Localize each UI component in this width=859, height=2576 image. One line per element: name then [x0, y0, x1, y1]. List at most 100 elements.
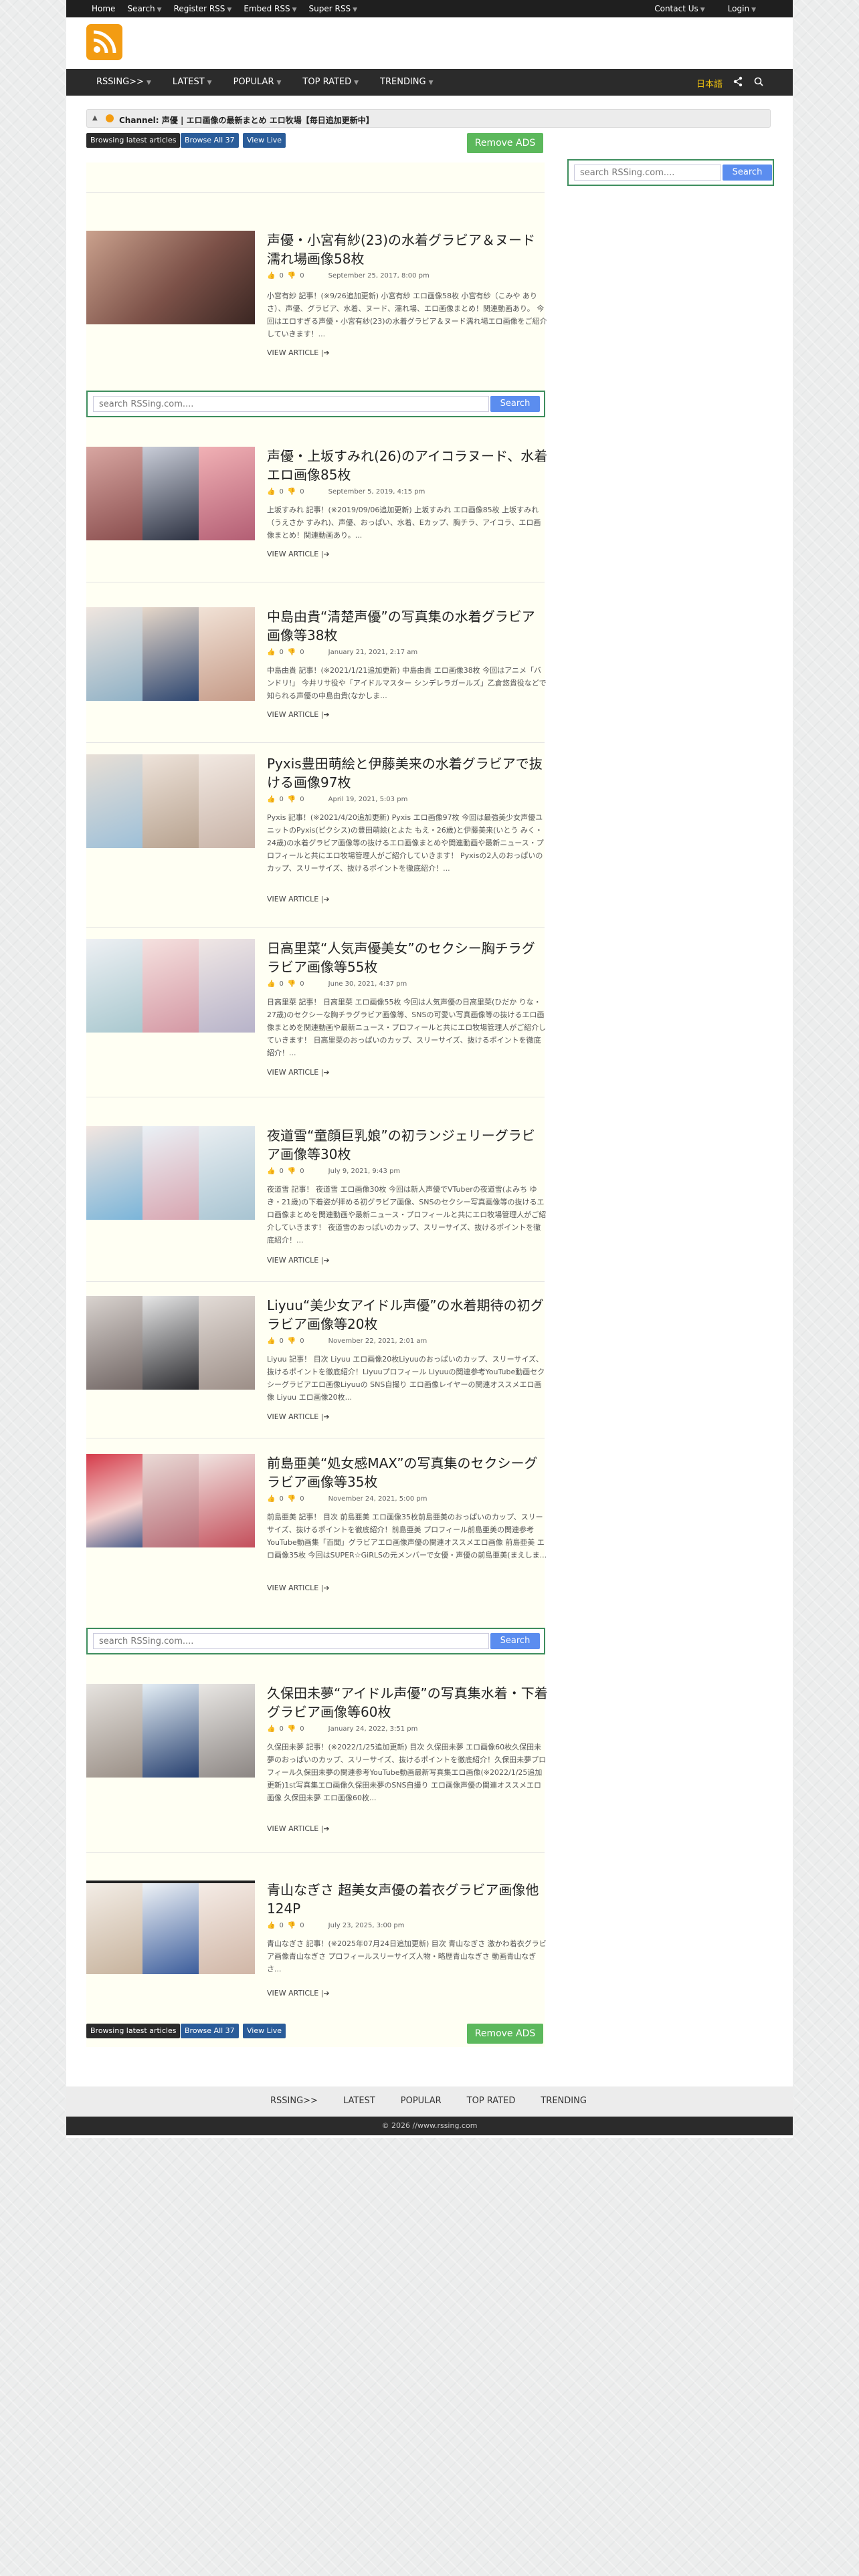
- article-title[interactable]: 中島由貴“清楚声優”の写真集の水着グラビア画像等38枚: [267, 607, 548, 645]
- topbar-home-link[interactable]: Home: [92, 4, 115, 13]
- article-thumbnail[interactable]: [86, 1296, 255, 1390]
- language-link[interactable]: 日本語: [696, 77, 723, 90]
- thumbs-up-icon[interactable]: 👍: [267, 1495, 275, 1503]
- nav-top-rated[interactable]: TOP RATED ▼: [302, 77, 359, 87]
- topbar-register-rss-link[interactable]: Register RSS ▼: [174, 4, 232, 13]
- topbar-register-label: Register RSS: [173, 4, 225, 13]
- article-title[interactable]: 声優・小宮有紗(23)の水着グラビア＆ヌード濡れ場画像58枚: [267, 231, 548, 268]
- article-title[interactable]: 前島亜美“処女感MAX”の写真集のセクシーグラビア画像等35枚: [267, 1454, 548, 1491]
- thumbs-up-icon[interactable]: 👍: [267, 272, 275, 280]
- article-thumbnail[interactable]: [86, 939, 255, 1033]
- inline-search-input[interactable]: search RSSing.com....: [93, 1633, 489, 1649]
- article-thumbnail[interactable]: [86, 607, 255, 701]
- rss-logo-icon[interactable]: [86, 24, 122, 60]
- inline-search-input[interactable]: search RSSing.com....: [93, 396, 489, 412]
- view-article-link[interactable]: VIEW ARTICLE |➔: [267, 710, 330, 719]
- thumbs-up-icon[interactable]: 👍: [267, 796, 275, 803]
- remove-ads-button[interactable]: Remove ADS: [467, 133, 543, 153]
- thumbs-down-icon[interactable]: 👎: [288, 488, 296, 496]
- article-thumbnail[interactable]: [86, 1881, 255, 1974]
- topbar-search-link[interactable]: Search ▼: [127, 4, 161, 13]
- thumbs-down-icon[interactable]: 👎: [288, 1922, 296, 1929]
- view-article-link[interactable]: VIEW ARTICLE |➔: [267, 1412, 330, 1421]
- article-date: September 25, 2017, 8:00 pm: [328, 272, 430, 280]
- thumbs-down-icon[interactable]: 👎: [288, 796, 296, 803]
- footer-nav-top-rated[interactable]: TOP RATED: [467, 2096, 516, 2106]
- share-icon[interactable]: [733, 76, 743, 87]
- browse-latest-button[interactable]: Browsing latest articles: [86, 2024, 181, 2038]
- nav-rssing[interactable]: RSSING>> ▼: [96, 77, 151, 87]
- view-article-link[interactable]: VIEW ARTICLE |➔: [267, 550, 330, 558]
- footer-nav-popular[interactable]: POPULAR: [401, 2096, 442, 2106]
- article-excerpt: 青山なぎさ 記事！(※2025年07月24日追加更新) 目次 青山なぎさ 激かわ…: [267, 1939, 547, 1973]
- article-thumbnail[interactable]: [86, 1684, 255, 1778]
- browse-latest-button[interactable]: Browsing latest articles: [86, 133, 181, 148]
- article-title[interactable]: Pyxis豊田萌絵と伊藤美来の水着グラビアで抜ける画像97枚: [267, 754, 548, 792]
- thumbs-up-icon[interactable]: 👍: [267, 1922, 275, 1929]
- browse-all-button[interactable]: Browse All 37: [181, 133, 239, 148]
- article-meta: 👍 0 👎 0 September 5, 2019, 4:15 pm: [267, 488, 425, 496]
- thumbs-down-icon[interactable]: 👎: [288, 1725, 296, 1733]
- view-article-link[interactable]: VIEW ARTICLE |➔: [267, 1824, 330, 1833]
- article-thumbnail[interactable]: [86, 1454, 255, 1547]
- dislike-count: 0: [300, 488, 304, 496]
- thumbs-down-icon[interactable]: 👎: [288, 1337, 296, 1345]
- view-live-button[interactable]: View Live: [243, 133, 286, 148]
- article-thumbnail[interactable]: [86, 1126, 255, 1220]
- view-article-link[interactable]: VIEW ARTICLE |➔: [267, 1989, 330, 1998]
- view-article-link[interactable]: VIEW ARTICLE |➔: [267, 1068, 330, 1077]
- view-live-button[interactable]: View Live: [243, 2024, 286, 2038]
- nav-latest[interactable]: LATEST ▼: [173, 77, 212, 87]
- article-meta: 👍 0 👎 0 July 23, 2025, 3:00 pm: [267, 1922, 404, 1929]
- view-article-label: VIEW ARTICLE: [267, 710, 319, 719]
- thumbs-down-icon[interactable]: 👎: [288, 272, 296, 280]
- article-title[interactable]: 日高里菜“人気声優美女”のセクシー胸チラグラビア画像等55枚: [267, 939, 548, 976]
- article-title[interactable]: Liyuu“美少女アイドル声優”の水着期待の初グラビア画像等20枚: [267, 1296, 548, 1333]
- article-thumbnail[interactable]: [86, 754, 255, 848]
- view-article-link[interactable]: VIEW ARTICLE |➔: [267, 1256, 330, 1265]
- thumbs-up-icon[interactable]: 👍: [267, 1337, 275, 1345]
- browse-all-button[interactable]: Browse All 37: [181, 2024, 239, 2038]
- article-thumbnail[interactable]: [86, 447, 255, 540]
- article-meta: 👍 0 👎 0 April 19, 2021, 5:03 pm: [267, 796, 407, 803]
- nav-popular[interactable]: POPULAR ▼: [233, 77, 282, 87]
- thumbs-up-icon[interactable]: 👍: [267, 980, 275, 988]
- article-title[interactable]: 青山なぎさ 超美女声優の着衣グラビア画像他124P: [267, 1881, 548, 1918]
- view-article-label: VIEW ARTICLE: [267, 1989, 319, 1998]
- view-article-link[interactable]: VIEW ARTICLE |➔: [267, 1584, 330, 1592]
- article-meta: 👍 0 👎 0 January 24, 2022, 3:51 pm: [267, 1725, 417, 1733]
- thumbs-down-icon[interactable]: 👎: [288, 1168, 296, 1175]
- thumbs-up-icon[interactable]: 👍: [267, 649, 275, 656]
- remove-ads-button[interactable]: Remove ADS: [467, 2024, 543, 2044]
- article-title[interactable]: 声優・上坂すみれ(26)のアイコラヌード、水着エロ画像85枚: [267, 447, 548, 484]
- view-article-link[interactable]: VIEW ARTICLE |➔: [267, 348, 330, 357]
- chevron-down-icon: ▼: [353, 7, 357, 13]
- view-article-link[interactable]: VIEW ARTICLE |➔: [267, 895, 330, 903]
- article-date: November 24, 2021, 5:00 pm: [328, 1495, 427, 1503]
- inline-search-button[interactable]: Search: [490, 1633, 540, 1649]
- topbar-login-link[interactable]: Login ▼: [728, 4, 756, 13]
- sidebar-search-input[interactable]: search RSSing.com....: [574, 165, 721, 181]
- channel-title: Channel: 声優 | エロ画像の最新まとめ エロ牧場【毎日追加更新中】: [119, 114, 374, 126]
- inline-search-button[interactable]: Search: [490, 396, 540, 412]
- sidebar-search-button[interactable]: Search: [723, 165, 772, 181]
- topbar-embed-rss-link[interactable]: Embed RSS ▼: [244, 4, 296, 13]
- view-article-label: VIEW ARTICLE: [267, 1068, 319, 1077]
- footer-nav-rssing[interactable]: RSSING>>: [270, 2096, 318, 2106]
- thumbs-up-icon[interactable]: 👍: [267, 488, 275, 496]
- footer-nav-trending[interactable]: TRENDING: [541, 2096, 587, 2106]
- thumbs-down-icon[interactable]: 👎: [288, 980, 296, 988]
- footer-nav-latest[interactable]: LATEST: [343, 2096, 375, 2106]
- thumbs-up-icon[interactable]: 👍: [267, 1725, 275, 1733]
- search-icon[interactable]: [753, 76, 764, 87]
- thumbs-down-icon[interactable]: 👎: [288, 649, 296, 656]
- nav-trending[interactable]: TRENDING ▼: [380, 77, 433, 87]
- like-count: 0: [279, 488, 284, 496]
- topbar-contact-link[interactable]: Contact Us ▼: [654, 4, 704, 13]
- article-title[interactable]: 夜道雪“童顔巨乳娘”の初ランジェリーグラビア画像等30枚: [267, 1126, 548, 1164]
- thumbs-down-icon[interactable]: 👎: [288, 1495, 296, 1503]
- article-title[interactable]: 久保田未夢“アイドル声優”の写真集水着・下着グラビア画像等60枚: [267, 1684, 548, 1721]
- topbar-super-rss-link[interactable]: Super RSS ▼: [309, 4, 357, 13]
- article-thumbnail[interactable]: [86, 231, 255, 324]
- thumbs-up-icon[interactable]: 👍: [267, 1168, 275, 1175]
